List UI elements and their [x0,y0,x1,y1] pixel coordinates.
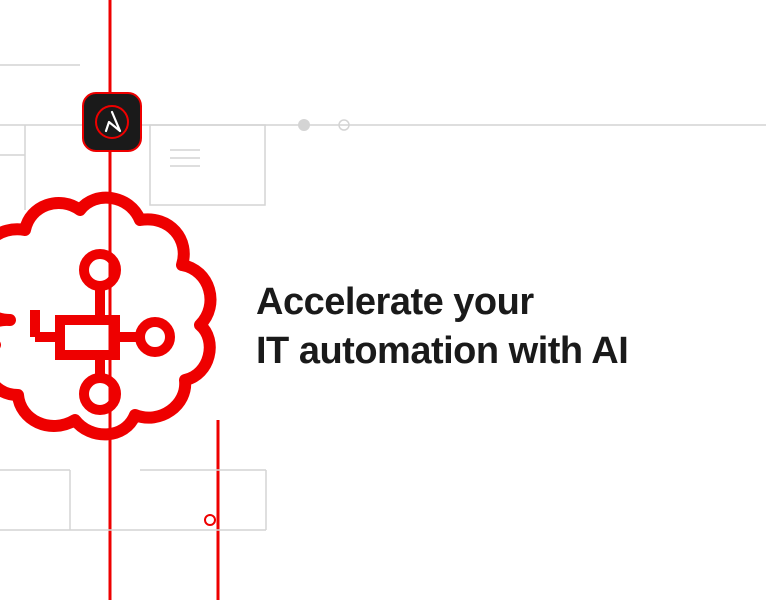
ansible-icon [82,92,142,152]
headline-line-1: Accelerate your [256,281,534,323]
headline-line-2: IT automation with AI [256,330,628,372]
page-headline: Accelerate your IT automation with AI [256,278,628,377]
brain-ai-icon [0,180,240,460]
